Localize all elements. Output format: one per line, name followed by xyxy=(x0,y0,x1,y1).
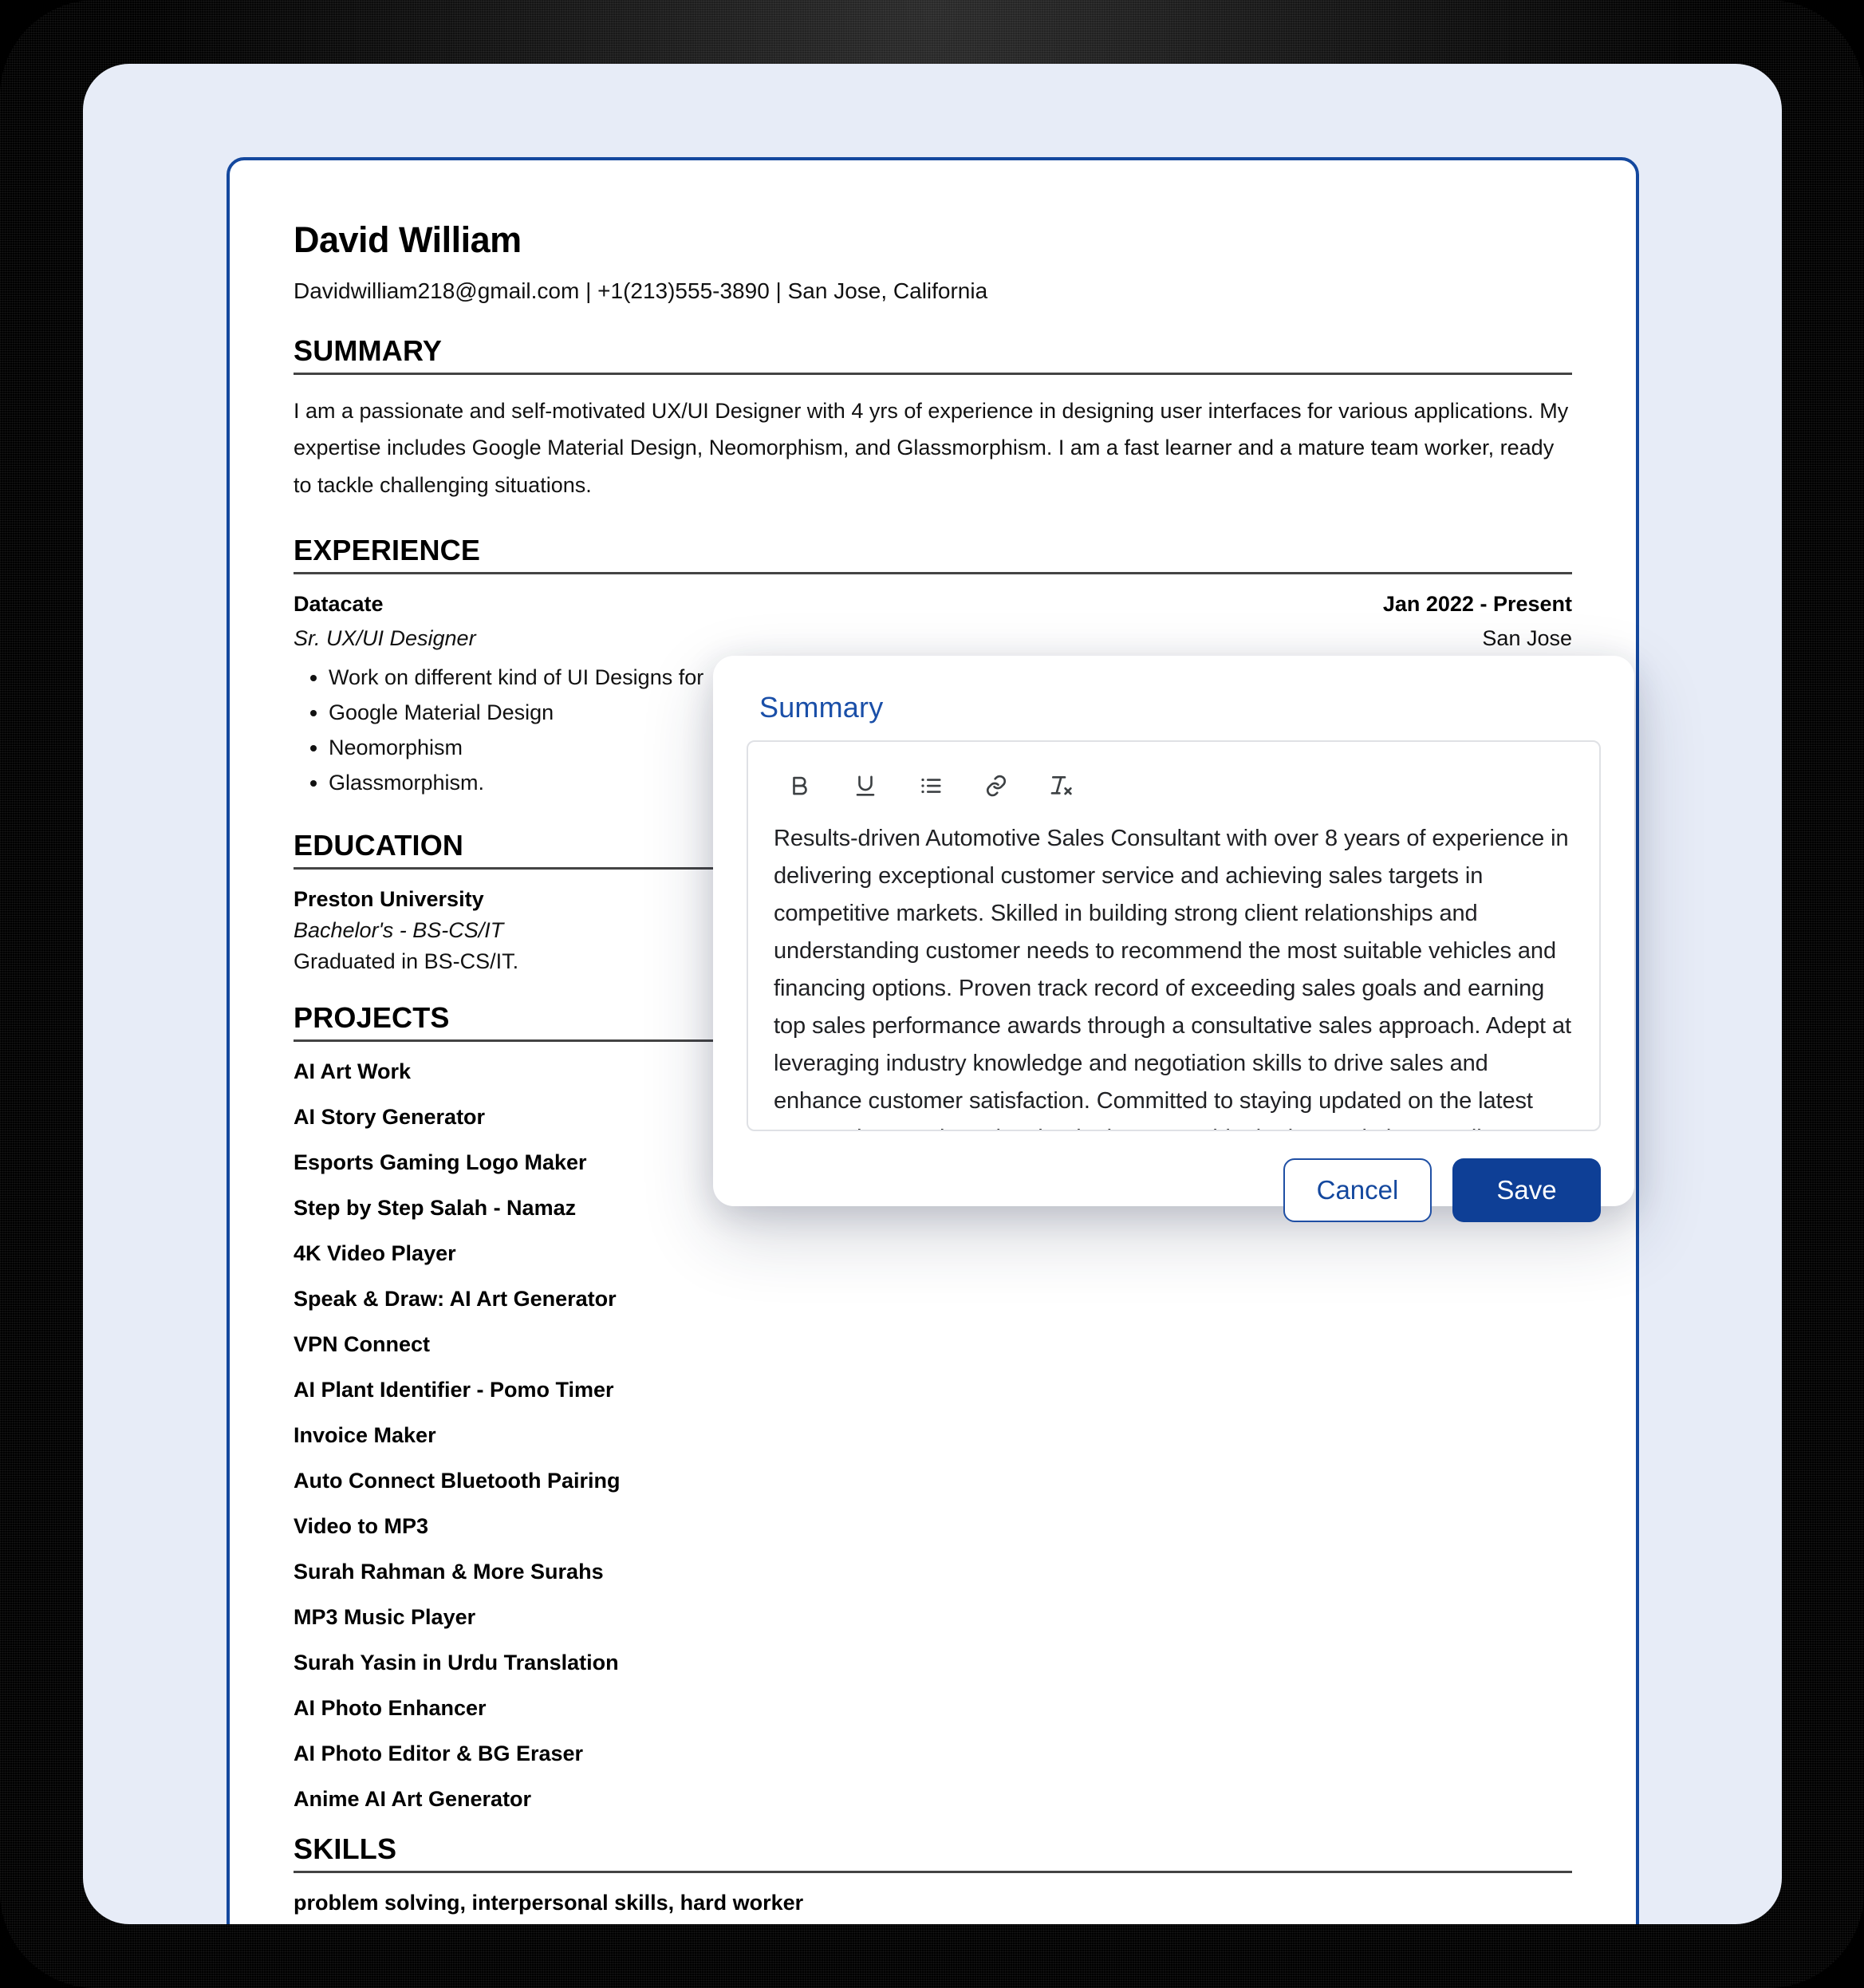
summary-edit-modal[interactable]: Summary Results-driven Automotive Sales … xyxy=(713,656,1634,1222)
project-item: Video to MP3 xyxy=(294,1514,429,1539)
project-item: AI Plant Identifier - Pomo Timer xyxy=(294,1378,614,1402)
cancel-button[interactable]: Cancel xyxy=(1283,1158,1432,1222)
project-item: AI Photo Editor & BG Eraser xyxy=(294,1741,584,1766)
bold-icon[interactable] xyxy=(783,769,817,803)
project-item: Invoice Maker xyxy=(294,1423,436,1448)
section-heading-skills: SKILLS xyxy=(294,1832,397,1866)
clear-formatting-icon[interactable] xyxy=(1045,769,1078,803)
summary-editor-text[interactable]: Results-driven Automotive Sales Consulta… xyxy=(774,820,1574,1130)
candidate-name: David William xyxy=(294,219,522,260)
link-icon[interactable] xyxy=(979,769,1013,803)
project-item: Surah Yasin in Urdu Translation xyxy=(294,1651,619,1675)
save-button[interactable]: Save xyxy=(1452,1158,1601,1222)
experience-location: San Jose xyxy=(1482,626,1572,651)
experience-job-title: Sr. UX/UI Designer xyxy=(294,626,476,651)
summary-body: I am a passionate and self-motivated UX/… xyxy=(294,399,1569,497)
editor-toolbar[interactable] xyxy=(774,759,1574,807)
project-item: Auto Connect Bluetooth Pairing xyxy=(294,1469,621,1493)
project-item: VPN Connect xyxy=(294,1332,431,1357)
section-divider xyxy=(294,1871,1572,1874)
skills-text: problem solving, interpersonal skills, h… xyxy=(294,1891,804,1915)
section-heading-summary: SUMMARY xyxy=(294,334,443,367)
device-frame: David William Davidwilliam218@gmail.com … xyxy=(0,0,1864,1988)
experience-company: Datacate xyxy=(294,592,384,617)
section-divider xyxy=(294,373,1572,375)
contact-line: Davidwilliam218@gmail.com | +1(213)555-3… xyxy=(294,278,988,303)
project-item: Surah Rahman & More Surahs xyxy=(294,1560,604,1584)
experience-dates: Jan 2022 - Present xyxy=(1382,592,1572,617)
project-item: Speak & Draw: AI Art Generator xyxy=(294,1287,617,1312)
project-item: Anime AI Art Generator xyxy=(294,1787,532,1812)
underline-icon[interactable] xyxy=(849,769,882,803)
bullet-list-icon[interactable] xyxy=(914,769,948,803)
project-item: AI Photo Enhancer xyxy=(294,1696,487,1721)
rich-text-editor[interactable]: Results-driven Automotive Sales Consulta… xyxy=(747,740,1601,1131)
experience-header-row: Datacate Jan 2022 - Present xyxy=(294,592,1572,617)
modal-title: Summary xyxy=(759,691,884,724)
project-item: 4K Video Player xyxy=(294,1241,456,1266)
experience-subheader-row: Sr. UX/UI Designer San Jose xyxy=(294,617,1572,651)
modal-action-bar: Cancel Save xyxy=(747,1158,1601,1222)
section-divider xyxy=(294,572,1572,575)
section-heading-experience: EXPERIENCE xyxy=(294,534,481,567)
project-item: MP3 Music Player xyxy=(294,1605,476,1630)
app-viewport: David William Davidwilliam218@gmail.com … xyxy=(83,64,1782,1924)
